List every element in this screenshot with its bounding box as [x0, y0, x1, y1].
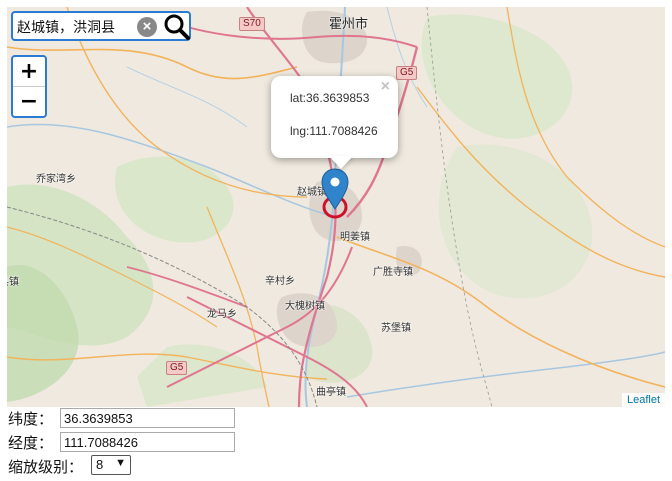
popup-lng-text: lng:111.7088426 [290, 124, 378, 138]
map-label-xincun: 辛村乡 [265, 276, 295, 287]
map-label-subao: 苏堡镇 [381, 323, 411, 334]
zoom-level-select[interactable]: 8 ▼ [91, 455, 131, 475]
road-shield-g5-top: G5 [396, 66, 418, 80]
map-view[interactable]: 霍州市 赵城镇 明姜镇 广胜寺镇 辛村乡 龙马乡 大槐树镇 苏堡镇 曲亭镇 乔家… [7, 7, 665, 407]
map-label-dahuaishu: 大槐树镇 [285, 301, 325, 312]
zoom-level-value: 8 [96, 457, 104, 472]
lng-label: 经度： [8, 434, 54, 452]
lat-label: 纬度： [8, 410, 54, 428]
search-box: × [11, 11, 191, 41]
zoom-control: + − [11, 55, 47, 118]
map-label-guangsheng: 广胜寺镇 [373, 267, 413, 278]
map-label-quting: 曲亭镇 [316, 387, 346, 398]
zoom-in-button[interactable]: + [13, 57, 45, 87]
search-button[interactable] [163, 14, 191, 40]
map-label-mingjiang: 明姜镇 [340, 232, 370, 243]
clear-search-button[interactable]: × [137, 17, 157, 37]
close-circle-icon: × [142, 18, 152, 35]
map-label-city: 霍州市 [329, 17, 369, 32]
attribution-link[interactable]: Leaflet [621, 393, 665, 407]
lat-input[interactable] [60, 408, 235, 428]
magnifier-icon [164, 14, 190, 40]
search-input[interactable] [17, 17, 135, 37]
road-shield-g5-bottom: G5 [166, 361, 188, 375]
popup-lat-text: lat:36.3639853 [290, 91, 370, 105]
lng-input[interactable] [60, 432, 235, 452]
location-marker[interactable] [317, 167, 357, 227]
coordinate-popup: × lat:36.3639853 lng:111.7088426 [271, 76, 398, 158]
popup-close-button[interactable]: × [381, 78, 390, 96]
chevron-down-icon: ▼ [115, 457, 126, 469]
map-label-edge: 县镇 [7, 277, 19, 288]
popup-tip [329, 156, 353, 169]
road-shield-s70: S70 [239, 17, 265, 31]
zoom-level-label: 缩放级别： [8, 458, 84, 476]
map-label-qiaojiawan: 乔家湾乡 [36, 174, 76, 185]
zoom-out-button[interactable]: − [13, 87, 45, 116]
map-label-longma: 龙马乡 [207, 309, 237, 320]
